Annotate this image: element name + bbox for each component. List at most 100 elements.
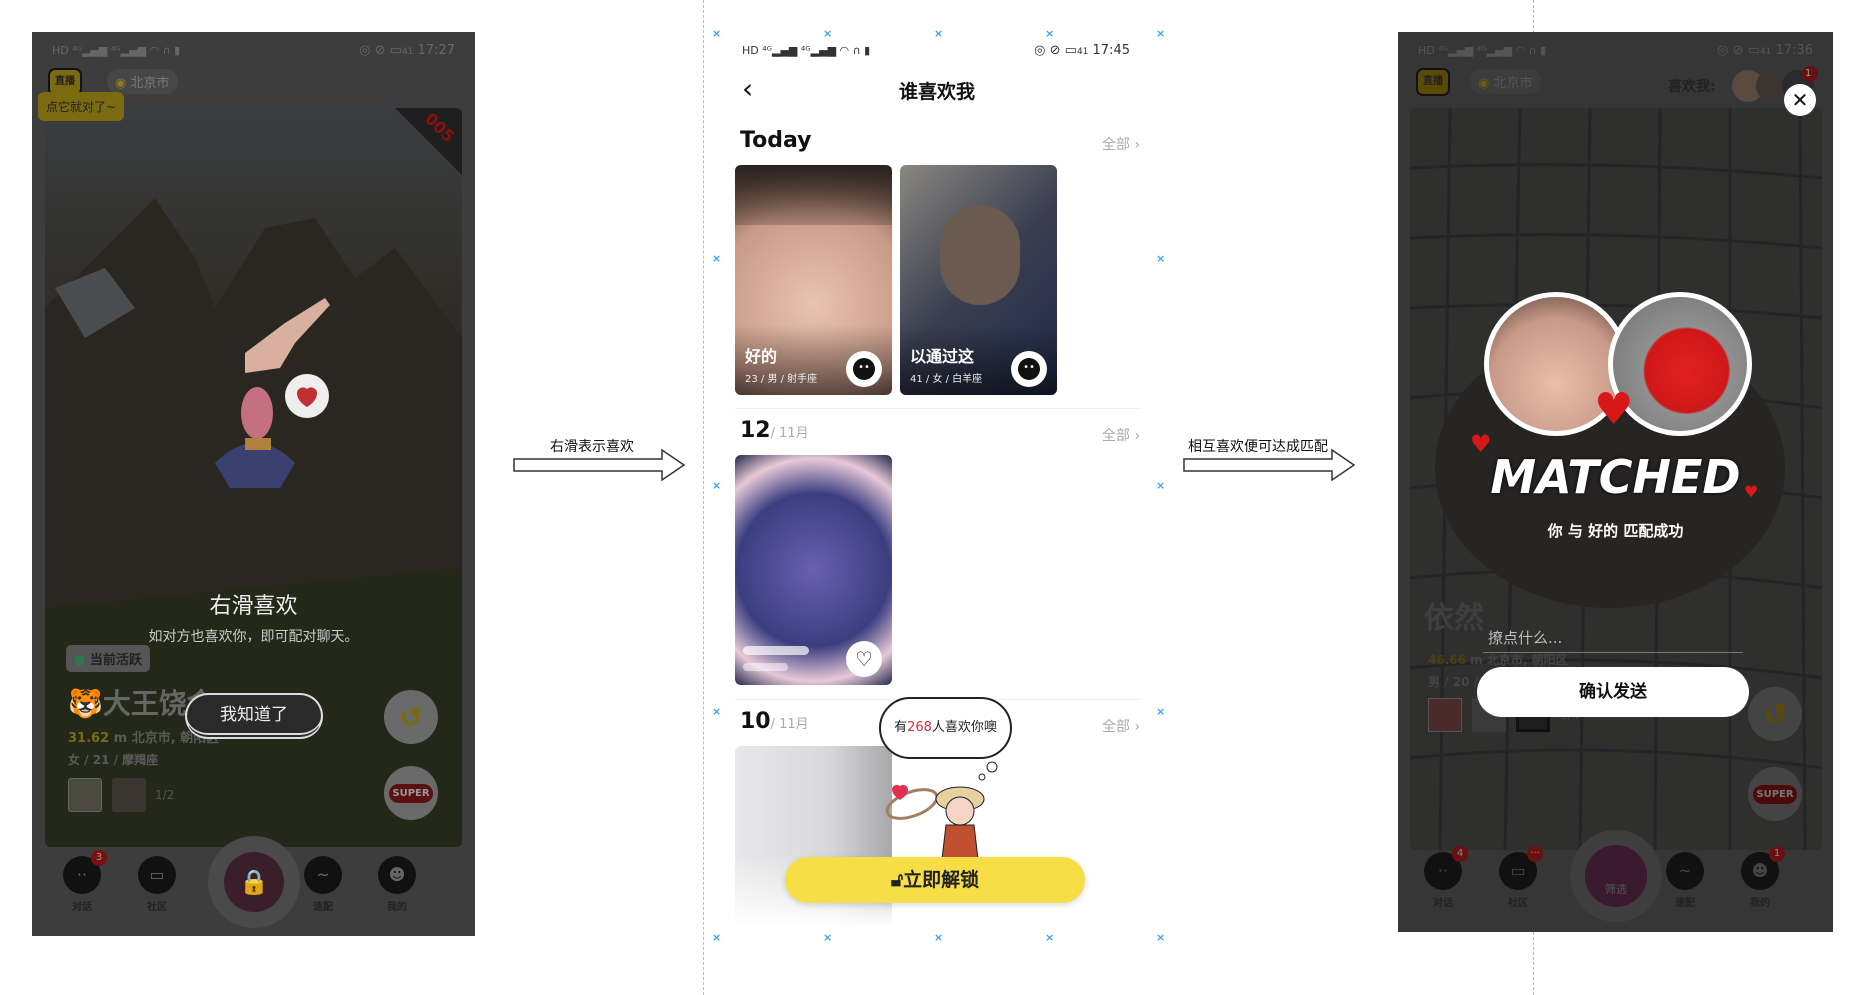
nav-label: 对话 [72,902,92,913]
likes-count: 268 [907,720,932,735]
nav-label: 筛选 [1605,883,1627,896]
nav-quick-match[interactable]: ~ 速配 [298,856,348,913]
lock-icon: 🔒 [224,852,284,912]
profile-icon: ☻ [378,856,416,894]
nav-label: 社区 [1508,898,1528,909]
nav-chat[interactable]: ·· 4 对话 [1418,846,1468,909]
nav-filter-button[interactable]: 筛选 [1570,830,1662,922]
chevron-right-icon: › [1134,137,1141,153]
matched-subtitle: 你 与 好的 匹配成功 [1547,522,1684,540]
matched-title: MATCHED [1490,450,1741,504]
unlock-button[interactable]: 🔓︎立即解锁 [785,857,1085,903]
rewind-icon: ↺ [1763,697,1787,731]
card-photo [940,205,1020,305]
rewind-button[interactable]: ↺ [384,690,438,744]
tooltip-text: 点它就对了~ [46,100,117,114]
battery-level: 41 [401,46,414,57]
status-right: ◎ ⊘ ▭41 17:36 [1717,42,1813,58]
confirm-send-label: 确认发送 [1579,682,1647,702]
nav-profile[interactable]: ☻ 我的 [372,856,422,913]
liker-card[interactable]: 以通过这 41 / 女 / 白羊座 •• [900,165,1057,395]
nav-profile[interactable]: ☻ 1 我的 [1735,846,1785,909]
like-button[interactable]: ♡ [846,641,882,677]
chat-bubble-icon: •• [1018,358,1040,380]
guide-marker: × [823,931,833,944]
month-label: / 11月 [770,717,809,732]
blurred-liker-card[interactable]: ♡ [735,455,892,685]
see-all-link[interactable]: 全部 › [1102,716,1140,736]
guide-marker: × [1156,705,1166,718]
nav-community[interactable]: ▭ ··· 社区 [1493,846,1543,909]
see-all-link[interactable]: 全部 › [1102,425,1140,445]
confirm-send-button[interactable]: 确认发送 [1477,667,1749,717]
guide-marker: × [712,27,722,40]
see-all-link[interactable]: 全部 › [1102,134,1140,154]
chat-button[interactable]: •• [846,351,882,387]
status-bar: HD ⁴ᴳ▂▄▆ ⁴ᴳ▂▄▆ ◠ ∩ ▮ ◎ ⊘ ▭41 17:27 [52,40,455,60]
bubble-suffix: 人喜欢你噢 [931,720,997,735]
hidden-name-placeholder [743,646,809,655]
liker-card[interactable]: 好的 23 / 男 / 射手座 •• [735,165,892,395]
quick-match-icon: ~ [304,856,342,894]
guide-marker: × [1045,931,1055,944]
likes-me-label: 喜欢我: [1668,79,1716,95]
status-right: ◎ ⊘ ▭41 17:27 [359,42,455,58]
guide-marker: × [823,27,833,40]
likes-badge: 1 [1802,66,1818,82]
community-icon: ▭ [138,856,176,894]
live-button[interactable]: 直播 [1416,68,1450,96]
guide-marker: × [1156,931,1166,944]
super-like-button[interactable]: SUPER [1748,767,1802,821]
chat-button[interactable]: •• [1011,351,1047,387]
live-tooltip: 点它就对了~ [38,92,125,121]
screen-swipe-guide: HD ⁴ᴳ▂▄▆ ⁴ᴳ▂▄▆ ◠ ∩ ▮ ◎ ⊘ ▭41 17:27 直播 ◉ … [32,32,475,936]
nav-label: 速配 [1675,898,1695,909]
nav-label: 我的 [1750,898,1770,909]
quick-match-icon: ~ [1666,852,1704,890]
nav-label: 速配 [313,902,333,913]
city-selector[interactable]: ◉ 北京市 [107,69,178,94]
bottom-nav: ·· 4 对话 ▭ ··· 社区 筛选 ~ 速配 ☻ 1 我的 [1398,830,1833,932]
got-it-button[interactable]: 我知道了 [185,693,323,739]
section-date: 12/ 11月 [740,418,809,443]
heart-icon: ♥ [1594,384,1634,435]
message-placeholder: 撩点什么... [1488,629,1563,647]
chat-badge: 3 [91,850,107,866]
live-label: 直播 [1423,76,1443,87]
signal-icons: HD ⁴ᴳ▂▄▆ ⁴ᴳ▂▄▆ ◠ ∩ ▮ [1418,43,1547,57]
screen-matched: HD ⁴ᴳ▂▄▆ ⁴ᴳ▂▄▆ ◠ ∩ ▮ ◎ ⊘ ▭41 17:36 直播 ◉ … [1398,32,1833,932]
super-like-button[interactable]: SUPER [384,766,438,820]
nav-center-button[interactable]: 🔒 [208,836,300,928]
bubble-prefix: 有 [894,720,908,735]
active-badge-label: 当前活跃 [89,653,142,668]
guide-marker: × [934,27,944,40]
chat-icon: ·· 3 [63,850,107,894]
signal-icons: HD ⁴ᴳ▂▄▆ ⁴ᴳ▂▄▆ ◠ ∩ ▮ [742,43,871,57]
see-all-label: 全部 [1102,428,1130,444]
chevron-right-icon: › [1134,428,1141,444]
section-date: 10/ 11月 [740,709,809,734]
nav-quick-match[interactable]: ~ 速配 [1660,852,1710,909]
nav-community[interactable]: ▭ 社区 [132,856,182,913]
photo-thumbnail[interactable] [68,778,102,812]
photo-thumbnail[interactable] [112,778,146,812]
screen-who-likes-me: HD ⁴ᴳ▂▄▆ ⁴ᴳ▂▄▆ ◠ ∩ ▮ ◎ ⊘ ▭41 17:45 ‹ 谁喜欢… [712,32,1162,936]
distance-unit: m [1470,653,1483,667]
close-button[interactable]: ✕ [1784,84,1816,116]
city-selector[interactable]: ◉ 北京市 [1470,69,1541,94]
status-right: ◎ ⊘ ▭41 17:45 [1034,42,1130,58]
swipe-hand-illustration [215,298,330,488]
nav-chat[interactable]: ·· 3 对话 [57,850,107,913]
day-number: 10 [740,709,771,734]
photo-thumbnail[interactable] [1428,698,1462,732]
chevron-right-icon: › [1134,719,1141,735]
rewind-button[interactable]: ↺ [1748,687,1802,741]
rewind-icon: ↺ [399,700,423,734]
message-input[interactable]: 撩点什么... [1483,621,1743,653]
city-label: 北京市 [1493,76,1533,91]
liker-meta: 23 / 男 / 射手座 [745,374,818,385]
day-number: 12 [740,418,771,443]
nav-label: 我的 [387,902,407,913]
month-label: / 11月 [770,426,809,441]
close-icon: ✕ [1791,88,1809,112]
